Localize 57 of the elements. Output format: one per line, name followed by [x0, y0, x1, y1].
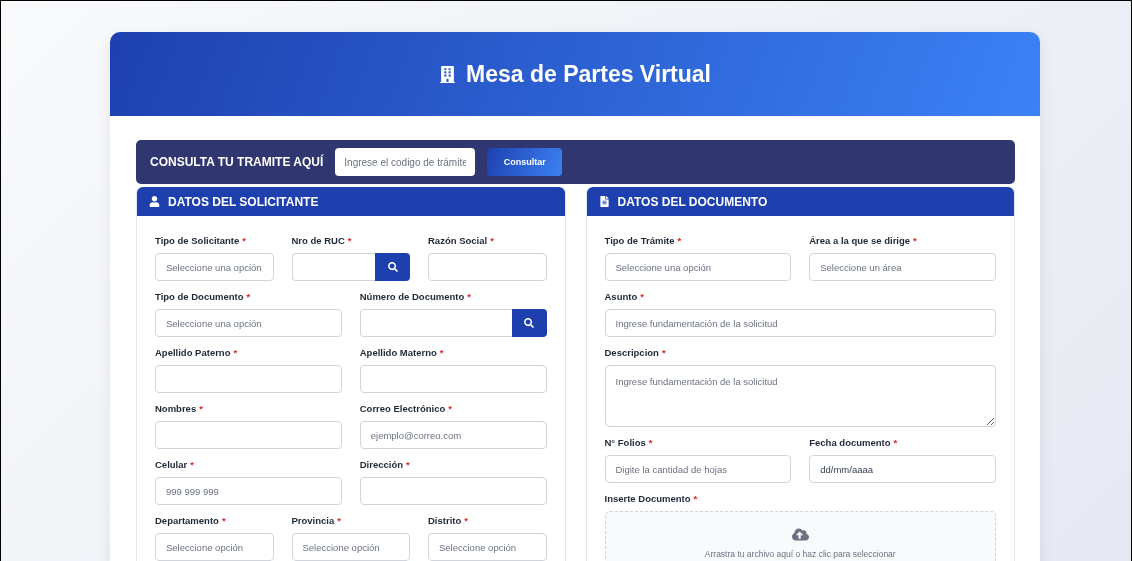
field-label: Descripcion *: [604, 347, 667, 358]
field-label: Fecha documento *: [809, 437, 899, 448]
textarea-field[interactable]: Ingrese fundamentación de la solicitud: [604, 365, 996, 427]
document-icon: [598, 196, 610, 207]
field-label: Razón Social *: [428, 235, 495, 246]
user-icon: [149, 196, 160, 207]
field-label: Tipo de Solicitante *: [155, 235, 247, 246]
select-field[interactable]: Seleccione opción: [291, 533, 410, 561]
field-label: Asunto *: [604, 291, 645, 302]
field-label: N° Folios *: [604, 437, 654, 448]
cloud-upload-icon: [791, 526, 809, 543]
field-label: Número de Documento *: [359, 291, 472, 302]
input-field[interactable]: [359, 477, 547, 505]
consulta-label: CONSULTA TU TRAMITE AQUÍ: [150, 155, 324, 169]
field-label: Correo Electrónico *: [359, 403, 453, 414]
input-field[interactable]: [291, 253, 375, 281]
panel-title: DATOS DEL SOLICITANTE: [168, 194, 319, 209]
field-label: Apellido Materno *: [359, 347, 445, 358]
input-field[interactable]: ejemplo@correo.com: [359, 421, 547, 449]
select-field[interactable]: Seleccione un área: [809, 253, 996, 281]
field-label: Celular *: [155, 459, 195, 470]
drop-zone-text: Arrastra tu archivo aquí o haz clic para seleccionar: [704, 549, 896, 559]
tracking-code-field[interactable]: Ingrese el codigo de trámite: [335, 148, 476, 176]
field-label: Tipo de Documento *: [155, 291, 252, 302]
file-drop-zone[interactable]: Arrastra tu archivo aquí o haz clic para seleccionar: [604, 511, 996, 561]
input-field[interactable]: [155, 421, 342, 449]
field-label: Nombres *: [155, 403, 204, 414]
search-button[interactable]: [511, 309, 547, 337]
input-field[interactable]: 999 999 999: [155, 477, 342, 505]
select-field[interactable]: Seleccione una opción: [155, 253, 274, 281]
input-field[interactable]: [359, 309, 512, 337]
input-field[interactable]: [428, 253, 547, 281]
field-label: Inserte Documento *: [604, 493, 699, 504]
field-label: Provincia *: [291, 515, 342, 526]
field-label: Apellido Paterno *: [155, 347, 239, 358]
field-label: Distrito *: [428, 515, 469, 526]
input-field[interactable]: [155, 365, 342, 393]
field-label: Departamento *: [155, 515, 227, 526]
panel-title: DATOS DEL DOCUMENTO: [617, 194, 768, 209]
input-field[interactable]: [359, 365, 547, 393]
consultar-button[interactable]: Consultar: [487, 148, 563, 176]
select-field[interactable]: Seleccione una opción: [155, 309, 342, 337]
field-label: Tipo de Trámite *: [604, 235, 683, 246]
input-field[interactable]: Digite la cantidad de hojas: [604, 455, 792, 483]
input-field[interactable]: Ingrese fundamentación de la solicitud: [604, 309, 996, 337]
field-label: Área a la que se dirige *: [809, 235, 918, 246]
page-title: Mesa de Partes Virtual: [466, 60, 711, 88]
search-icon: [524, 318, 534, 328]
select-field[interactable]: Seleccione opción: [428, 533, 547, 561]
field-label: Nro de RUC *: [291, 235, 353, 246]
search-button[interactable]: [375, 253, 410, 281]
building-icon: [439, 65, 456, 83]
select-field[interactable]: Seleccione opción: [155, 533, 274, 561]
field-label: Dirección *: [359, 459, 411, 470]
select-field[interactable]: Seleccione una opción: [604, 253, 792, 281]
date-field[interactable]: dd/mm/aaaa: [809, 455, 996, 483]
search-icon: [387, 262, 398, 272]
